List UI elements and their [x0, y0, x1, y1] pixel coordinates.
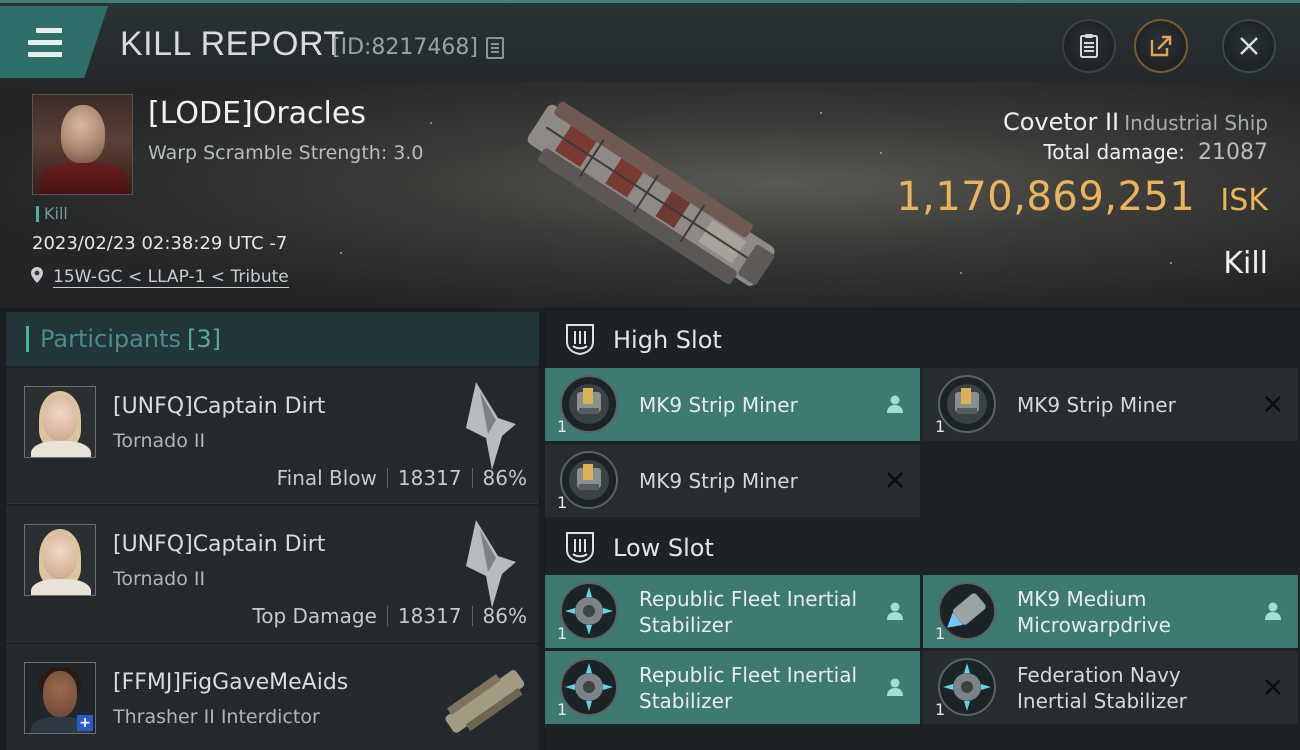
participant-name: [UNFQ]Captain Dirt: [113, 394, 326, 419]
participant-name: [FFMJ]FigGaveMeAids: [113, 670, 349, 695]
inertial-stabilizer-icon: [560, 582, 618, 640]
participant-ship: Thrasher II Interdictor: [113, 706, 320, 728]
module-slot[interactable]: 1 MK9 Strip Miner: [545, 444, 920, 517]
module-name: Republic Fleet Inertial Stabilizer: [639, 662, 858, 713]
module-slot[interactable]: 1 Republic Fleet Inertial Stabilizer: [545, 651, 920, 724]
victim-ship-image[interactable]: [505, 92, 795, 302]
module-quantity: 1: [557, 417, 568, 436]
module-slot[interactable]: 1 Republic Fleet Inertial Stabilizer: [545, 575, 920, 648]
plus-badge-icon: +: [77, 715, 93, 731]
close-button[interactable]: [1222, 19, 1276, 73]
module-quantity: 1: [557, 624, 568, 643]
strip-miner-icon: [938, 375, 996, 433]
participant-row[interactable]: [UNFQ]Captain Dirt Tornado II Final Blow…: [6, 368, 539, 504]
module-slot[interactable]: 1 MK9 Medium Microwarpdrive: [923, 575, 1298, 648]
destroyed-icon: [887, 472, 903, 488]
participants-count: [3]: [186, 325, 221, 353]
page-title: KILL REPORT: [120, 25, 345, 63]
strip-miner-icon: [560, 451, 618, 509]
total-damage-value: 21087: [1198, 140, 1268, 165]
microwarpdrive-icon: [938, 582, 996, 640]
person-icon: [1265, 602, 1281, 620]
participant-ship: Tornado II: [113, 430, 206, 452]
module-name: MK9 Strip Miner: [1017, 392, 1176, 417]
total-damage-label: Total damage:: [1043, 140, 1185, 164]
participant-avatar[interactable]: [24, 524, 96, 596]
participants-panel: Participants [3] [UNFQ]Captain Dirt Torna…: [6, 312, 539, 750]
strip-miner-icon: [560, 375, 618, 433]
total-damage-line: Total damage: 21087: [1043, 140, 1268, 165]
low-slot-header: Low Slot: [545, 518, 1300, 576]
participant-row[interactable]: + [FFMJ]FigGaveMeAids Thrasher II Interd…: [6, 644, 539, 750]
menu-button[interactable]: [0, 6, 108, 78]
participant-ship-image: [466, 520, 516, 608]
person-icon: [887, 678, 903, 696]
copy-icon[interactable]: [486, 37, 504, 59]
clipboard-button[interactable]: [1062, 19, 1116, 73]
ship-class: Industrial Ship: [1124, 111, 1268, 135]
victim-ship-line: Covetor II Industrial Ship: [1003, 108, 1268, 136]
participant-ship-image: [466, 382, 516, 470]
inertial-stabilizer-icon: [938, 658, 996, 716]
participant-avatar[interactable]: +: [24, 662, 96, 734]
kill-summary: [LODE]Oracles Warp Scramble Strength: 3.…: [0, 82, 1300, 308]
high-slot-title: High Slot: [613, 326, 722, 354]
warp-scramble-strength: Warp Scramble Strength: 3.0: [148, 142, 424, 164]
person-icon: [887, 395, 903, 413]
kill-tag: Kill: [36, 206, 68, 222]
participant-ship: Tornado II: [113, 568, 206, 590]
kill-location-link[interactable]: 15W-GC < LLAP-1 < Tribute: [53, 267, 289, 288]
module-name: MK9 Medium Microwarpdrive: [1017, 586, 1171, 637]
low-slot-icon: [566, 532, 594, 564]
participant-name: [UNFQ]Captain Dirt: [113, 532, 326, 557]
fitting-panel: High Slot 1 MK9 Strip Miner 1 MK9 Strip …: [545, 310, 1300, 750]
participant-row[interactable]: [UNFQ]Captain Dirt Tornado II Top Damage…: [6, 506, 539, 642]
victim-portrait[interactable]: [32, 94, 133, 195]
high-slot-header: High Slot: [545, 310, 1300, 368]
kill-result: Kill: [1223, 246, 1268, 281]
isk-value-line: 1,170,869,251 ISK: [896, 174, 1268, 220]
participants-title: Participants: [40, 325, 181, 353]
isk-value: 1,170,869,251: [896, 174, 1196, 220]
participants-header: Participants [3]: [6, 312, 539, 366]
inertial-stabilizer-icon: [560, 658, 618, 716]
participant-avatar[interactable]: [24, 386, 96, 458]
kill-datetime: 2023/02/23 02:38:29 UTC -7: [32, 233, 288, 254]
clipboard-icon: [1080, 34, 1098, 58]
participant-role: Final Blow: [276, 466, 377, 490]
module-slot[interactable]: 1 MK9 Strip Miner: [545, 368, 920, 441]
participant-ship-image: [445, 670, 525, 733]
top-bar: KILL REPORT [ID:8217468]: [0, 0, 1300, 82]
close-icon: [1240, 37, 1258, 55]
module-quantity: 1: [557, 700, 568, 719]
share-button[interactable]: [1134, 19, 1188, 73]
victim-name[interactable]: [LODE]Oracles: [148, 96, 366, 131]
module-slot[interactable]: 1 MK9 Strip Miner: [923, 368, 1298, 441]
high-slot-icon: [566, 324, 594, 356]
hamburger-icon: [28, 28, 62, 64]
share-icon: [1150, 35, 1172, 57]
location-pin-icon: [31, 267, 43, 283]
module-quantity: 1: [935, 700, 946, 719]
module-name: MK9 Strip Miner: [639, 392, 798, 417]
low-slot-title: Low Slot: [613, 534, 714, 562]
isk-unit: ISK: [1220, 183, 1268, 218]
ship-name[interactable]: Covetor II: [1003, 108, 1119, 136]
module-name: Federation Navy Inertial Stabilizer: [1017, 662, 1187, 713]
module-name: Republic Fleet Inertial Stabilizer: [639, 586, 858, 637]
module-quantity: 1: [557, 493, 568, 512]
destroyed-icon: [1265, 396, 1281, 412]
module-slot[interactable]: 1 Federation Navy Inertial Stabilizer: [923, 651, 1298, 724]
participant-role: Top Damage: [252, 604, 377, 628]
report-id: [ID:8217468]: [332, 35, 478, 60]
destroyed-icon: [1265, 679, 1281, 695]
module-quantity: 1: [935, 624, 946, 643]
module-name: MK9 Strip Miner: [639, 468, 798, 493]
module-quantity: 1: [935, 417, 946, 436]
person-icon: [887, 602, 903, 620]
